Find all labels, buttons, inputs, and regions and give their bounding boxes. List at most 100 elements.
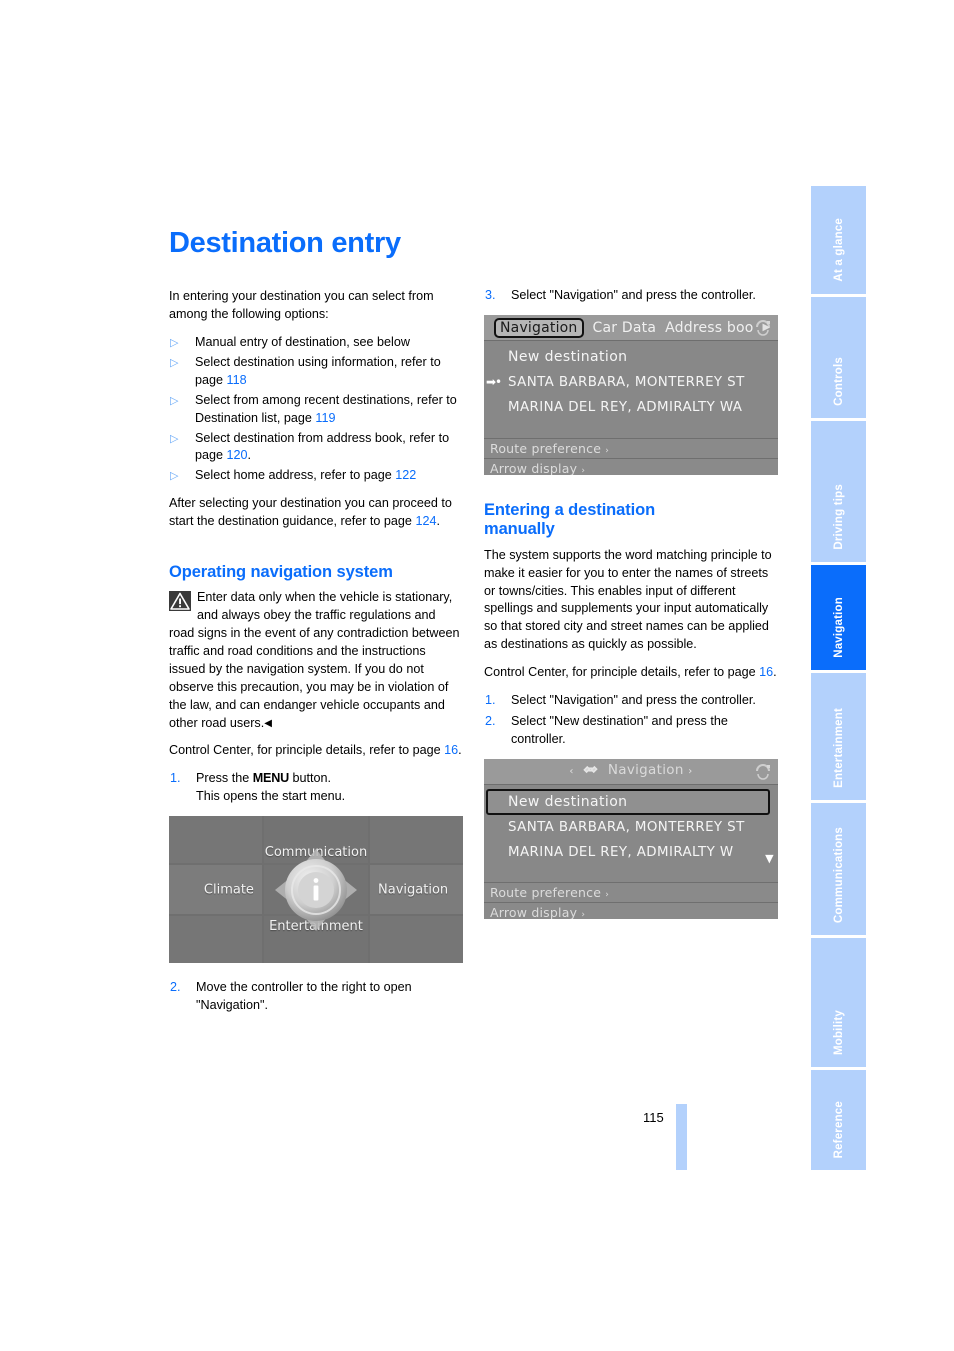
step-item: 2. Select "New destination" and press the… (484, 713, 779, 749)
sidebar-tab-at-a-glance[interactable]: At a glance (811, 186, 866, 297)
start-menu-cell-communication[interactable]: Communication (263, 816, 369, 863)
page-ref[interactable]: 16 (759, 665, 773, 679)
screenshot2-title-row: ‹ Navigation › (484, 762, 778, 778)
screenshot2-row-destination-2[interactable]: MARINA DEL REY, ADMIRALTY W ▼ (484, 840, 778, 865)
start-menu-cell-empty-tl (169, 816, 262, 863)
row-label: Arrow display (490, 460, 578, 475)
screenshot1-tab-address-book[interactable]: Address boo (665, 320, 753, 336)
page-ref[interactable]: 120 (227, 448, 248, 462)
step-number: 1. (170, 771, 181, 786)
status-indicator-icon (756, 763, 770, 780)
chevron-right-icon: › (581, 909, 586, 919)
sidebar-tab-navigation[interactable]: Navigation (811, 565, 866, 673)
row-label: MARINA DEL REY, ADMIRALTY W (508, 844, 734, 860)
sidebar-tab-label: Communications (832, 826, 845, 923)
screenshot2-list: New destination SANTA BARBARA, MONTERREY… (484, 784, 778, 882)
sidebar-tab-communications[interactable]: Communications (811, 803, 866, 938)
list-item-tail: . (247, 448, 252, 463)
page-number: 115 (643, 1110, 664, 1125)
right-column: 3. Select "Navigation" and press the cont… (484, 228, 779, 919)
warning-end-marker: ◀ (264, 717, 272, 729)
chevron-left-icon[interactable]: ‹ (569, 766, 573, 777)
row-label: New destination (508, 348, 628, 365)
step-subtext: This opens the start menu. (196, 789, 346, 804)
screenshot1-tab-car-data[interactable]: Car Data (593, 320, 657, 336)
step-number: 2. (485, 713, 496, 728)
step-text: Select "New destination" and press the c… (511, 713, 728, 746)
screenshot1-row-destination-2[interactable]: MARINA DEL REY, ADMIRALTY WA (484, 395, 778, 420)
operating-steps-part1: 1. Press the MENU button. This opens the s… (169, 770, 464, 806)
list-item: ▷ Select from among recent destinations, … (169, 392, 464, 428)
step-item: 1. Select "Navigation" and press the cont… (484, 692, 779, 710)
menu-button-keyword: MENU (252, 771, 289, 786)
control-center-tail: . (773, 665, 777, 680)
screenshot1-arrow-display[interactable]: Arrow display › (484, 457, 778, 475)
chevron-right-icon[interactable]: › (688, 766, 692, 777)
sidebar-tab-label: At a glance (832, 218, 845, 282)
screenshot1-tab-navigation[interactable]: Navigation (494, 317, 584, 338)
screenshot2-title: Navigation (607, 761, 684, 778)
row-label: MARINA DEL REY, ADMIRALTY WA (508, 399, 743, 415)
step-item: 3. Select "Navigation" and press the cont… (484, 287, 779, 305)
control-center-tail: . (458, 743, 462, 758)
page-ref[interactable]: 16 (444, 743, 458, 757)
screenshot1-list: New destination ➡• SANTA BARBARA, MONTERR… (484, 340, 778, 438)
sidebar-tab-label: Driving tips (832, 484, 845, 550)
satellite-icon (583, 765, 598, 773)
start-menu-cell-empty-tr (370, 816, 463, 863)
start-menu-cell-center (263, 864, 369, 915)
manual-page: At a glance Controls Driving tips Naviga… (0, 0, 954, 1351)
row-label: Route preference (490, 884, 602, 900)
sidebar-tab-label: Entertainment (832, 708, 845, 788)
screenshot2-route-preference[interactable]: Route preference › (484, 881, 778, 902)
entering-destination-steps: 1. Select "Navigation" and press the cont… (484, 692, 779, 749)
step-3-block: 3. Select "Navigation" and press the cont… (484, 287, 779, 305)
start-menu-cell-empty-br (370, 916, 463, 964)
start-menu-cell-navigation[interactable]: Navigation (370, 864, 463, 915)
row-label: SANTA BARBARA, MONTERREY ST (508, 819, 745, 835)
step-item: 1. Press the MENU button. This opens the s… (169, 770, 464, 806)
status-indicator-icon (756, 319, 770, 336)
page-ref[interactable]: 122 (395, 468, 416, 482)
sidebar-tab-entertainment[interactable]: Entertainment (811, 673, 866, 803)
page-ref[interactable]: 119 (315, 411, 335, 425)
list-item-text: Select home address, refer to page (195, 468, 396, 483)
screenshot2-row-destination-1[interactable]: SANTA BARBARA, MONTERREY ST (484, 815, 778, 840)
screenshot1-route-preference[interactable]: Route preference › (484, 437, 778, 458)
triangle-bullet-icon: ▷ (170, 337, 179, 350)
sidebar-tab-reference[interactable]: Reference (811, 1070, 866, 1170)
idrive-start-menu-screenshot: Communication Climate Navigation Enterta… (169, 816, 463, 964)
row-label: Route preference (490, 440, 602, 456)
row-label: SANTA BARBARA, MONTERREY ST (508, 374, 745, 390)
row-label: New destination (508, 793, 628, 810)
section-title-line1: Entering a destination (484, 500, 656, 519)
scroll-down-indicator-icon[interactable]: ▼ (765, 853, 774, 864)
screenshot1-row-destination-1[interactable]: ➡• SANTA BARBARA, MONTERREY ST (484, 370, 778, 395)
page-ref[interactable]: 124 (415, 514, 436, 528)
screenshot2-footer: Route preference › Arrow display › (484, 881, 778, 919)
warning-block: Enter data only when the vehicle is stat… (169, 589, 464, 732)
after-selecting-text: After selecting your destination you can… (169, 496, 452, 529)
control-center-text: Control Center, for principle details, r… (169, 743, 445, 758)
triangle-bullet-icon: ▷ (170, 357, 179, 370)
screenshot1-tabs: Navigation Car Data Address boo ▶ (494, 317, 770, 338)
section-title-line2: manually (484, 520, 555, 539)
screenshot1-row-new-destination[interactable]: New destination (484, 345, 778, 370)
screenshot2-row-new-destination[interactable]: New destination (486, 788, 770, 815)
row-label: Arrow display (490, 904, 578, 919)
sidebar-tab-label: Navigation (832, 597, 845, 658)
sidebar-tab-driving-tips[interactable]: Driving tips (811, 421, 866, 565)
start-menu-label-climate: Climate (203, 882, 254, 898)
start-menu-cell-entertainment[interactable]: Entertainment (263, 916, 369, 964)
control-center-paragraph: Control Center, for principle details, r… (169, 742, 464, 760)
destination-options-list: ▷ Manual entry of destination, see below … (169, 334, 464, 485)
step-text: Select "Navigation" and press the contro… (511, 288, 756, 302)
operating-steps-part2: 2. Move the controller to the right to op… (169, 979, 464, 1015)
screenshot2-arrow-display[interactable]: Arrow display › (484, 901, 778, 919)
after-selecting-tail: . (436, 514, 440, 529)
start-menu-cell-climate[interactable]: Climate (169, 864, 262, 915)
sidebar-tab-mobility[interactable]: Mobility (811, 938, 866, 1070)
sidebar-tab-controls[interactable]: Controls (811, 297, 866, 421)
chevron-right-icon: › (605, 889, 610, 900)
page-ref[interactable]: 118 (227, 373, 247, 387)
